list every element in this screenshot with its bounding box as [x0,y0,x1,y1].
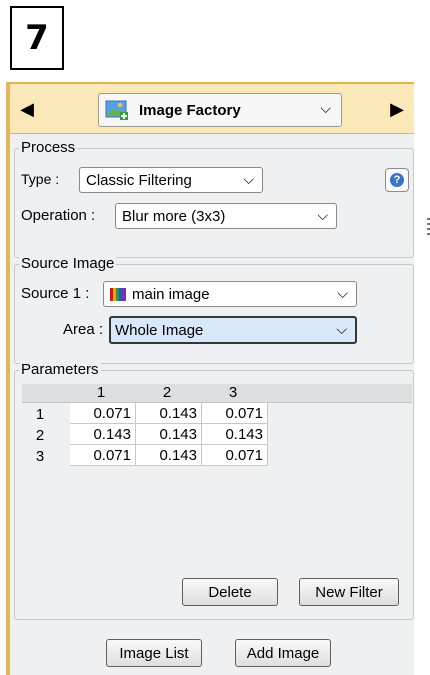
chevron-down-icon: ⌵ [317,207,328,223]
grid-cell[interactable]: 0.143 [202,424,268,445]
grid-cell[interactable]: 0.143 [70,424,136,445]
delete-button-label: Delete [208,583,252,601]
parameters-grid: 1 2 3 1 2 3 0.071 0.143 0.071 0.143 0.14… [22,384,412,480]
image-add-icon [105,100,128,120]
grid-column-header: 3 [228,384,238,401]
grid-column-header: 2 [162,384,172,401]
image-list-button[interactable]: Image List [106,639,202,667]
tool-selector[interactable]: Image Factory ⌵ [98,93,342,127]
grid-column-header: 1 [96,384,106,401]
help-icon: ? [390,173,404,187]
parameters-legend: Parameters [19,361,101,378]
panel-toolbar: ◀ Image Factory ⌵ ▶ [10,82,414,134]
chevron-down-icon: ⌵ [337,285,348,301]
grid-cell[interactable]: 0.143 [136,424,202,445]
area-select-value: Whole Image [115,322,204,339]
step-number-box: 7 [10,6,64,70]
operation-select[interactable]: Blur more (3x3) ⌵ [115,203,337,229]
chevron-down-icon: ⌵ [243,171,254,187]
grid-cell[interactable]: 0.071 [202,445,268,466]
grid-row-header: 1 [35,406,45,423]
add-image-button-label: Add Image [246,644,320,662]
tool-selector-value: Image Factory [139,102,241,119]
triangle-left-icon: ◀ [20,98,34,119]
chevron-down-icon: ⌵ [336,321,347,337]
grid-cell[interactable]: 0.071 [202,403,268,424]
source1-label: Source 1 : [21,285,90,302]
grid-cell[interactable]: 0.071 [70,403,136,424]
help-button[interactable]: ? [385,168,409,192]
grid-cell[interactable]: 0.143 [136,403,202,424]
triangle-right-icon: ▶ [390,98,404,119]
grid-cell[interactable]: 0.071 [70,445,136,466]
source1-select-value: main image [132,286,210,303]
process-group: Process Type : Classic Filtering ⌵ Opera… [14,139,414,258]
chevron-down-icon: ⌵ [320,100,331,116]
type-select[interactable]: Classic Filtering ⌵ [79,167,263,193]
grid-row-header: 3 [35,448,45,465]
delete-button[interactable]: Delete [182,578,278,606]
grid-row-header: 2 [35,427,45,444]
image-list-button-label: Image List [119,644,189,662]
color-bars-icon [110,288,126,301]
new-filter-button[interactable]: New Filter [299,578,399,606]
type-label: Type : [21,171,60,187]
add-image-button[interactable]: Add Image [235,639,331,667]
source-image-group: Source Image Source 1 : main image ⌵ Are… [14,255,414,364]
process-legend: Process [19,139,78,156]
new-filter-button-label: New Filter [315,583,383,601]
source-image-legend: Source Image [19,255,117,272]
operation-label: Operation : [21,207,96,224]
type-select-value: Classic Filtering [86,172,192,189]
next-button[interactable]: ▶ [384,94,410,124]
area-label: Area : [63,321,104,338]
previous-button[interactable]: ◀ [14,94,40,124]
operation-select-value: Blur more (3x3) [122,208,226,225]
area-select[interactable]: Whole Image ⌵ [109,316,357,344]
step-number: 7 [25,18,49,58]
image-factory-panel: ◀ Image Factory ⌵ ▶ Process Type : Class… [6,82,414,675]
grid-cell[interactable]: 0.143 [136,445,202,466]
source1-select[interactable]: main image ⌵ [103,281,357,307]
